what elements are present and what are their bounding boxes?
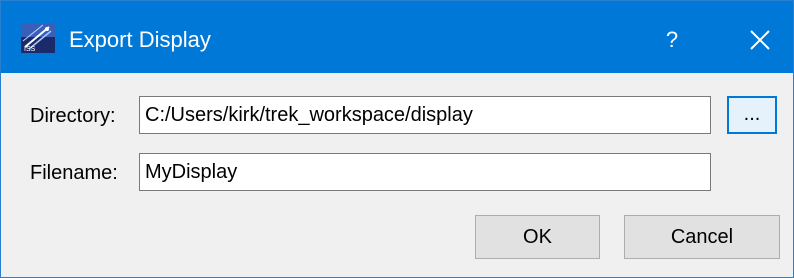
trek-app-icon: ISS <box>21 23 55 53</box>
export-display-dialog: ISS Export Display ? Directory: C:/Users… <box>0 0 794 278</box>
dialog-title: Export Display <box>69 27 211 52</box>
svg-text:ISS: ISS <box>24 46 36 53</box>
title-bar[interactable]: ISS Export Display ? <box>1 1 793 73</box>
filename-label: Filename: <box>30 162 118 184</box>
help-button[interactable]: ? <box>647 17 697 63</box>
cancel-button[interactable]: Cancel <box>624 215 780 259</box>
close-icon <box>750 30 770 50</box>
directory-label: Directory: <box>30 105 116 127</box>
ok-button[interactable]: OK <box>475 215 600 259</box>
browse-button[interactable]: ... <box>727 96 777 134</box>
close-button[interactable] <box>735 17 785 63</box>
filename-field[interactable]: MyDisplay <box>139 153 711 191</box>
directory-field[interactable]: C:/Users/kirk/trek_workspace/display <box>139 96 711 134</box>
